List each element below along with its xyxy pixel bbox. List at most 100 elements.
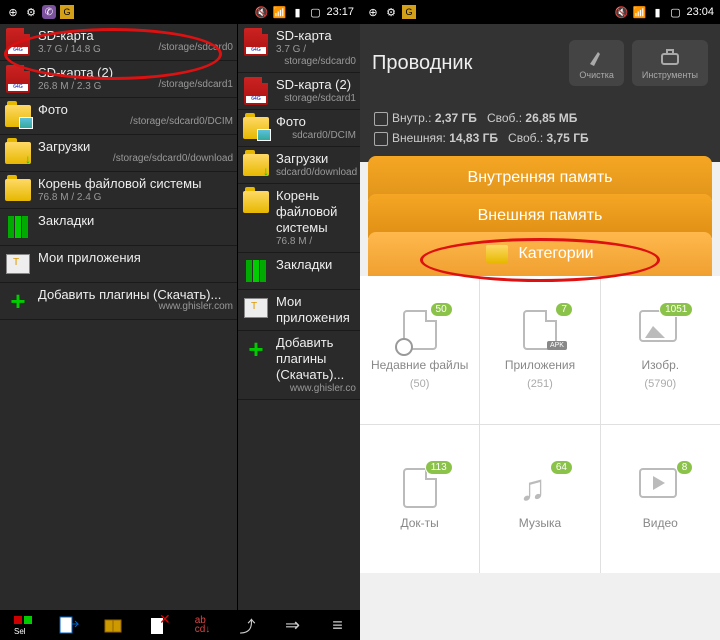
list-item[interactable]: +Добавить плагины (Скачать)...www.ghisle… bbox=[238, 331, 360, 400]
item-title: SD-карта (2) bbox=[276, 77, 356, 93]
swap-button[interactable]: ⇒ bbox=[278, 612, 308, 638]
list-item[interactable]: Загрузкиsdcard0/download bbox=[238, 147, 360, 184]
category-count: (50) bbox=[410, 378, 430, 390]
item-title: Фото bbox=[276, 114, 356, 130]
item-title: Мои приложения bbox=[38, 250, 233, 266]
folder-icon bbox=[5, 179, 31, 201]
app-title: Проводник bbox=[372, 52, 561, 75]
clock-left: 23:17 bbox=[326, 6, 354, 18]
category-cell[interactable]: 113 Док-ты bbox=[360, 425, 479, 573]
list-item[interactable]: Фотоsdcard0/DCIM bbox=[238, 110, 360, 147]
item-path: storage/sdcard0 bbox=[276, 56, 356, 68]
total-commander-app: ⊕ ⚙ ✆ G 🔇 📶 ▮ ▢ 23:17 SD-карта3.7 G / 14… bbox=[0, 0, 360, 640]
category-cell[interactable]: 8 Видео bbox=[601, 425, 720, 573]
count-badge: 113 bbox=[425, 460, 453, 475]
battery-icon: ▢ bbox=[668, 5, 682, 19]
list-item[interactable]: SD-карта3.7 G /storage/sdcard0 bbox=[238, 24, 360, 73]
item-title: Мои приложения bbox=[276, 294, 356, 326]
pack-button[interactable] bbox=[98, 612, 128, 638]
item-path: www.ghisler.co bbox=[276, 383, 356, 395]
viber-icon: ✆ bbox=[42, 5, 56, 19]
item-title: Корень файловой системы bbox=[276, 188, 356, 236]
plus-status-icon: ⊕ bbox=[366, 5, 380, 19]
category-label: Видео bbox=[643, 516, 678, 530]
photo-folder-icon bbox=[243, 117, 269, 139]
item-size: 3.7 G / bbox=[276, 44, 356, 56]
battery-icon: ▢ bbox=[308, 5, 322, 19]
list-item[interactable]: SD-карта (2)26.8 M / 2.3 G/storage/sdcar… bbox=[0, 61, 237, 98]
tab-categories[interactable]: Категории bbox=[368, 232, 712, 276]
mute-icon: 🔇 bbox=[254, 5, 268, 19]
folder-icon bbox=[486, 245, 508, 263]
pane-right: SD-карта3.7 G /storage/sdcard0SD-карта (… bbox=[238, 24, 360, 610]
select-button[interactable]: Sel bbox=[8, 612, 38, 638]
item-path: sdcard0/DCIM bbox=[276, 130, 356, 142]
sd-card-icon bbox=[6, 65, 30, 93]
item-size: 76.8 M / bbox=[276, 236, 356, 248]
category-cell[interactable]: APK7Приложения(251) bbox=[480, 276, 599, 424]
list-item[interactable]: Закладки bbox=[0, 209, 237, 246]
copy-button[interactable] bbox=[53, 612, 83, 638]
item-path: /storage/sdcard0/download bbox=[113, 153, 233, 164]
sd-card-icon bbox=[6, 28, 30, 56]
cleanup-button[interactable]: Очистка bbox=[569, 40, 623, 86]
bookmarks-icon bbox=[8, 216, 28, 238]
photo-folder-icon bbox=[5, 105, 31, 127]
sd-card-icon bbox=[244, 77, 268, 105]
item-path: storage/sdcard1 bbox=[276, 93, 356, 105]
up-button[interactable]: ⤴ bbox=[233, 612, 263, 638]
item-title: Загрузки bbox=[276, 151, 356, 167]
category-label: Приложения bbox=[505, 358, 575, 372]
list-item[interactable]: SD-карта3.7 G / 14.8 G/storage/sdcard0 bbox=[0, 24, 237, 61]
category-label: Музыка bbox=[519, 516, 561, 530]
list-item[interactable]: Закладки bbox=[238, 253, 360, 290]
image-icon: 1051 bbox=[639, 310, 681, 352]
count-badge: 64 bbox=[550, 460, 573, 475]
item-path: /storage/sdcard1 bbox=[159, 79, 234, 90]
item-path: /storage/sdcard0 bbox=[159, 42, 234, 53]
item-title: Добавить плагины (Скачать)... bbox=[276, 335, 356, 383]
count-badge: 8 bbox=[676, 460, 694, 475]
category-cell[interactable]: ♫64 Музыка bbox=[480, 425, 599, 573]
category-grid: 50Недавние файлы(50)APK7Приложения(251)1… bbox=[360, 276, 720, 573]
sd-card-icon bbox=[244, 28, 268, 56]
item-path: www.ghisler.com bbox=[159, 301, 233, 312]
list-item[interactable]: Корень файловой системы76.8 M / 2.4 G bbox=[0, 172, 237, 209]
recent-icon: 50 bbox=[399, 310, 441, 352]
item-title: Закладки bbox=[38, 213, 233, 229]
svg-text:✕: ✕ bbox=[159, 614, 169, 627]
category-label: Изобр. bbox=[642, 358, 680, 372]
video-icon: 8 bbox=[639, 468, 681, 510]
folder-icon bbox=[243, 191, 269, 213]
menu-button[interactable]: ≡ bbox=[323, 612, 353, 638]
category-label: Док-ты bbox=[401, 516, 439, 530]
item-title: Закладки bbox=[276, 257, 356, 273]
clock-right: 23:04 bbox=[686, 6, 714, 18]
app-status-icon: G bbox=[402, 5, 416, 19]
app-status-icon: G bbox=[60, 5, 74, 19]
music-icon: ♫64 bbox=[519, 468, 561, 510]
signal-icon: ▮ bbox=[650, 5, 664, 19]
apps-icon bbox=[6, 254, 30, 274]
download-folder-icon bbox=[243, 154, 269, 176]
bookmarks-icon bbox=[246, 260, 266, 282]
list-item[interactable]: Мои приложения bbox=[0, 246, 237, 283]
download-folder-icon bbox=[5, 142, 31, 164]
item-title: Корень файловой системы bbox=[38, 176, 233, 192]
category-cell[interactable]: 1051Изобр.(5790) bbox=[601, 276, 720, 424]
list-item[interactable]: Фото/storage/sdcard0/DCIM bbox=[0, 98, 237, 135]
list-item[interactable]: Мои приложения bbox=[238, 290, 360, 331]
category-cell[interactable]: 50Недавние файлы(50) bbox=[360, 276, 479, 424]
pane-left: SD-карта3.7 G / 14.8 G/storage/sdcard0SD… bbox=[0, 24, 238, 610]
delete-button[interactable]: ✕ bbox=[143, 612, 173, 638]
list-item[interactable]: Загрузки/storage/sdcard0/download bbox=[0, 135, 237, 172]
broom-icon bbox=[586, 46, 608, 68]
file-explorer-app: ⊕ ⚙ G 🔇 📶 ▮ ▢ 23:04 Проводник Очистка Ин… bbox=[360, 0, 720, 640]
category-count: (251) bbox=[527, 378, 553, 390]
list-item[interactable]: Корень файловой системы76.8 M / bbox=[238, 184, 360, 253]
list-item[interactable]: SD-карта (2)storage/sdcard1 bbox=[238, 73, 360, 110]
sort-button[interactable]: abcd↓ bbox=[188, 612, 218, 638]
tools-button[interactable]: Инструменты bbox=[632, 40, 708, 86]
list-item[interactable]: +Добавить плагины (Скачать)...www.ghisle… bbox=[0, 283, 237, 320]
plus-icon: + bbox=[10, 290, 25, 312]
